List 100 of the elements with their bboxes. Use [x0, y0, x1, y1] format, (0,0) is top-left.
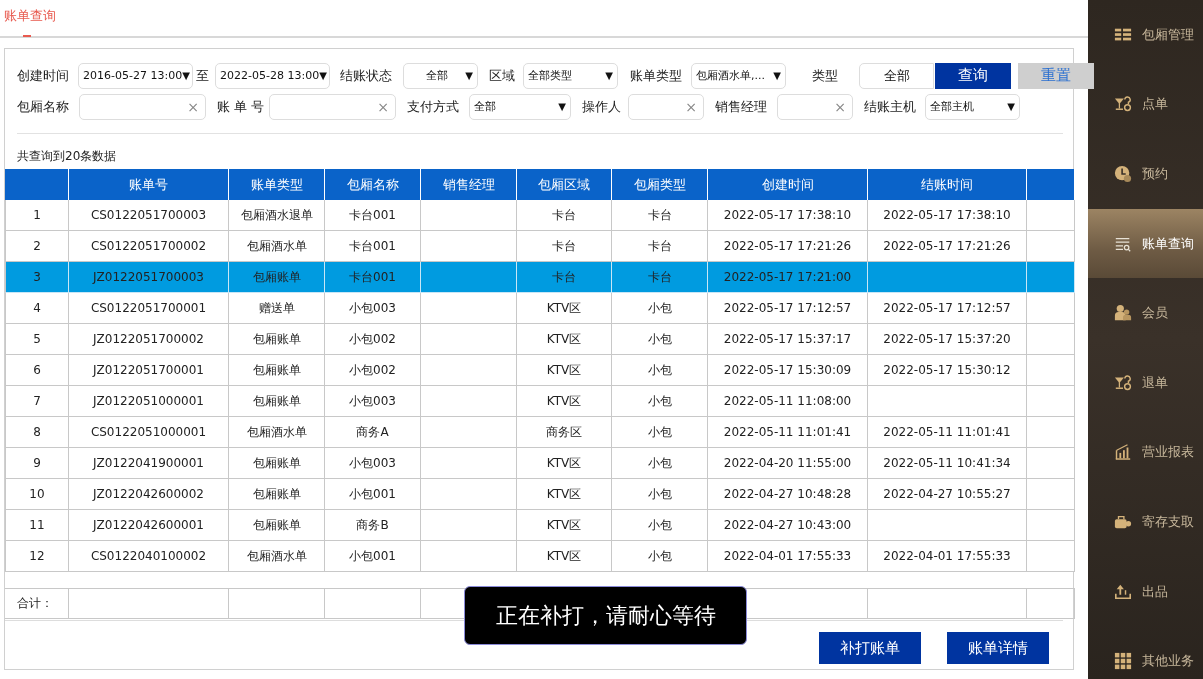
table-cell: 2022-05-11 10:41:34	[883, 456, 1011, 470]
result-count: 共查询到20条数据	[17, 148, 118, 165]
query-button[interactable]: 查询	[935, 62, 1011, 89]
table-cell: 12	[29, 549, 45, 563]
table-row[interactable]: 4 CS0122051700001 赠送单 小包003 KTV区 小包 2022-05-17 17:12:57 2022-05-17 17:12:57	[5, 293, 1075, 324]
table-cell: 7	[33, 394, 41, 408]
table-cell: 6	[33, 363, 41, 377]
table-cell: 2022-05-17 17:21:00	[723, 270, 852, 284]
table-cell: 10	[29, 487, 45, 501]
table-row[interactable]: 7 JZ0122051000001 包厢账单 小包003 KTV区 小包 2022-05-11 11:08:00	[5, 386, 1075, 417]
table-cell: JZ0122051700003	[93, 270, 204, 284]
table-cell: KTV区	[546, 516, 582, 534]
table-row[interactable]: 10 JZ0122042600002 包厢账单 小包001 KTV区 小包 2022-04-27 10:48:28 2022-04-27 10:55:27	[5, 479, 1075, 510]
type-field[interactable]: 全部	[859, 62, 934, 89]
dropdown[interactable]: 2022-05-28 13:00▼	[215, 62, 330, 89]
input-field[interactable]: ×	[777, 93, 853, 120]
dropdown[interactable]: 全部类型 ▼	[523, 62, 618, 89]
table-cell: 商务B	[356, 516, 389, 534]
table-cell: 赠送单	[258, 299, 295, 317]
table-cell: JZ0122041900001	[93, 456, 204, 470]
table-row[interactable]: 1 CS0122051700003 包厢酒水退单 卡台001 卡台 卡台 2022-05-17 17:38:10 2022-05-17 17:38:10	[5, 200, 1075, 231]
table-cell: 2022-05-17 17:21:26	[723, 239, 852, 253]
nav-item[interactable]: 会员	[1088, 278, 1203, 348]
details-button[interactable]: 账单详情	[947, 632, 1049, 664]
table-cell: 2022-05-11 11:01:41	[883, 425, 1011, 439]
table-cell: CS0122051700003	[90, 208, 207, 222]
table-row[interactable]: 9 JZ0122041900001 包厢账单 小包003 KTV区 小包 2022-04-20 11:55:00 2022-05-11 10:41:34	[5, 448, 1075, 479]
dropdown[interactable]: 2016-05-27 13:00▼	[78, 62, 193, 89]
input-field[interactable]: ×	[628, 93, 704, 120]
table-row[interactable]: 11 JZ0122042600001 包厢账单 商务B KTV区 小包 2022-04-27 10:43:00	[5, 510, 1075, 541]
filter-label: 包厢名称	[17, 97, 70, 116]
table-cell: 小包001	[349, 485, 396, 503]
table-cell: 1	[33, 208, 41, 222]
table-cell: KTV区	[546, 547, 582, 565]
grid-icon	[1114, 652, 1132, 671]
table-cell: 2022-05-17 15:37:17	[723, 332, 852, 346]
table-cell: 卡台	[552, 268, 576, 286]
nav-item[interactable]: 其他业务	[1088, 626, 1203, 679]
table-cell: 卡台001	[349, 268, 396, 286]
table-cell: 小包	[647, 547, 672, 565]
table-cell: JZ0122042600002	[93, 487, 204, 501]
input-field[interactable]: ×	[79, 93, 206, 120]
table-cell: CS0122040100002	[90, 549, 207, 563]
input-field[interactable]: ×	[269, 93, 396, 120]
table-row[interactable]: 5 JZ0122051700002 包厢账单 小包002 KTV区 小包 2022-05-17 15:37:17 2022-05-17 15:37:20	[5, 324, 1075, 355]
table-row[interactable]: 8 CS0122051000001 包厢酒水单 商务A 商务区 小包 2022-05-11 11:01:41 2022-05-11 11:01:41	[5, 417, 1075, 448]
table-cell: 2022-04-20 11:55:00	[723, 456, 852, 470]
members-icon	[1114, 304, 1132, 323]
table-cell: 2022-04-01 17:55:33	[723, 549, 852, 563]
dropdown[interactable]: 全部主机 ▼	[925, 93, 1020, 120]
nav-item[interactable]: 退单	[1088, 347, 1203, 418]
table-cell: 2022-05-11 11:01:41	[723, 425, 852, 439]
table-cell: 卡台	[647, 206, 672, 224]
nav-item[interactable]: 出品	[1088, 556, 1203, 627]
filter-label: 操作人	[582, 97, 622, 116]
table-cell: 包厢账单	[252, 268, 301, 286]
table-cell: CS0122051700002	[90, 239, 207, 253]
table-cell: 包厢酒水单	[246, 547, 307, 565]
table-cell: 包厢酒水单	[246, 237, 307, 255]
table-cell: 小包	[647, 423, 672, 441]
table-row[interactable]: 2 CS0122051700002 包厢酒水单 卡台001 卡台 卡台 2022-05-17 17:21:26 2022-05-17 17:21:26	[5, 231, 1075, 262]
table-cell: 商务A	[356, 423, 389, 441]
table-cell: 小包	[647, 516, 672, 534]
table-cell: 2022-04-27 10:55:27	[883, 487, 1011, 501]
table-cell: KTV区	[546, 485, 582, 503]
dropdown[interactable]: 全部 ▼	[469, 93, 571, 120]
table-cell: 卡台	[647, 268, 672, 286]
nav-item[interactable]: 营业报表	[1088, 417, 1203, 488]
reprint-button[interactable]: 补打账单	[819, 632, 921, 664]
table-cell: 2022-05-17 17:12:57	[723, 301, 852, 315]
table-cell: 小包	[647, 392, 672, 410]
upload-icon	[1114, 582, 1132, 601]
table-cell: JZ0122042600001	[93, 518, 204, 532]
table-cell: JZ0122051700001	[93, 363, 204, 377]
table-row[interactable]: 6 JZ0122051700001 包厢账单 小包002 KTV区 小包 2022-05-17 15:30:09 2022-05-17 15:30:12	[5, 355, 1075, 386]
table-cell: 小包	[647, 330, 672, 348]
table-cell: KTV区	[546, 299, 582, 317]
filter-label: 结账主机	[864, 97, 917, 116]
dropdown[interactable]: 包厢酒水单,... ▼	[691, 62, 786, 89]
table-cell: 包厢账单	[252, 392, 301, 410]
table-cell: KTV区	[546, 454, 582, 472]
dropdown[interactable]: 全部 ▼	[403, 62, 478, 89]
nav-item[interactable]: 寄存支取	[1088, 487, 1203, 557]
table-row[interactable]: 12 CS0122040100002 包厢酒水单 小包001 KTV区 小包 2022-04-01 17:55:33 2022-04-01 17:55:33	[5, 541, 1075, 572]
cocktail-icon	[1114, 373, 1132, 392]
table-row[interactable]: 3 JZ0122051700003 包厢账单 卡台001 卡台 卡台 2022-05-17 17:21:00	[5, 262, 1075, 293]
table-cell: 3	[33, 270, 41, 284]
table-cell: 小包001	[349, 547, 396, 565]
table-cell: 包厢账单	[252, 516, 301, 534]
table-cell: 小包002	[349, 330, 396, 348]
table-cell: 2022-05-17 17:38:10	[883, 208, 1011, 222]
table-cell: 8	[33, 425, 41, 439]
table-cell: KTV区	[546, 330, 582, 348]
nav-item[interactable]: 预约	[1088, 139, 1203, 209]
table-cell: 11	[29, 518, 45, 532]
table-cell: 2	[33, 239, 41, 253]
table-cell: 包厢账单	[252, 361, 301, 379]
table-cell: 卡台001	[349, 206, 396, 224]
table-cell: 小包	[647, 454, 672, 472]
nav-item[interactable]: 账单查询	[1088, 208, 1203, 279]
